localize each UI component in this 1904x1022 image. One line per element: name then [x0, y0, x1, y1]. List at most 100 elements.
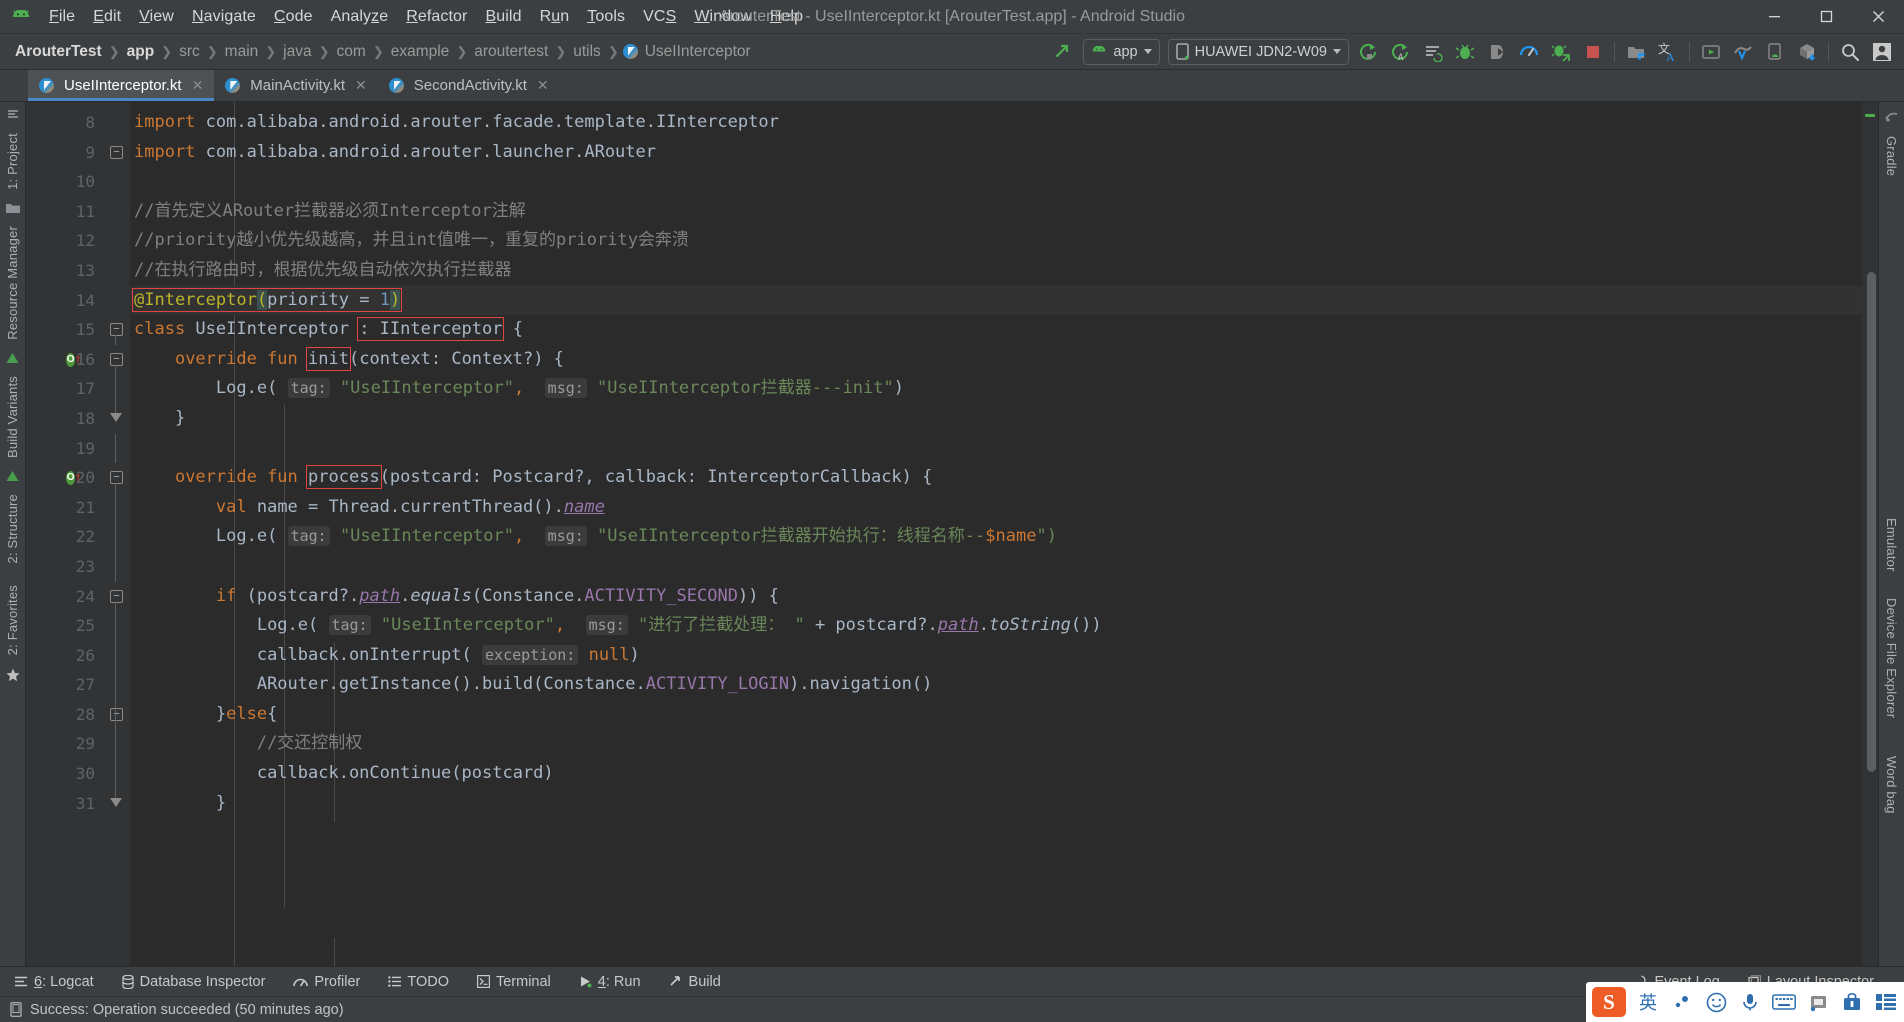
- close-button[interactable]: [1852, 0, 1904, 34]
- ime-chinese-icon[interactable]: 英: [1636, 990, 1660, 1014]
- account-icon[interactable]: [1867, 38, 1897, 66]
- sidebar-item-word-bag[interactable]: Word bag: [1884, 750, 1899, 820]
- bottom-tab-profiler[interactable]: Profiler: [279, 967, 374, 997]
- editor-vertical-scrollbar[interactable]: [1867, 272, 1876, 772]
- tab-UseIInterceptor[interactable]: UseIInterceptor.kt ✕: [28, 70, 215, 101]
- bottom-tab-terminal[interactable]: Terminal: [463, 967, 565, 997]
- apply-changes-icon[interactable]: [1546, 38, 1576, 66]
- editor-marker-bar[interactable]: [1862, 102, 1878, 966]
- menu-analyze[interactable]: Analyze: [322, 5, 398, 29]
- screenshot-icon[interactable]: [1806, 990, 1830, 1014]
- menu-run[interactable]: Run: [531, 5, 579, 29]
- fold-collapse-icon[interactable]: −: [110, 145, 123, 159]
- sidebar-item-gradle[interactable]: Gradle: [1884, 130, 1899, 182]
- override-method-marker-icon[interactable]: O ↑: [66, 352, 82, 368]
- tab-close-icon[interactable]: ✕: [537, 77, 549, 94]
- make-project-icon[interactable]: [1048, 38, 1078, 66]
- breadcrumb-item-8[interactable]: utils: [570, 41, 604, 63]
- translate-icon[interactable]: 文A: [1653, 38, 1683, 66]
- menu-file[interactable]: FFileile: [40, 5, 84, 29]
- run-configuration-selector[interactable]: app: [1083, 38, 1160, 65]
- sidebar-item-emulator[interactable]: Emulator: [1884, 512, 1899, 578]
- menu-tools[interactable]: Tools: [578, 5, 634, 29]
- search-everywhere-icon[interactable]: [1835, 38, 1865, 66]
- menu-edit[interactable]: Edit: [84, 5, 130, 29]
- breadcrumb-item-2[interactable]: src: [176, 41, 203, 63]
- menu-window[interactable]: Window: [685, 5, 761, 29]
- attach-debugger-icon[interactable]: [1482, 38, 1512, 66]
- line-number: 17: [75, 379, 95, 399]
- profiler-icon[interactable]: [1514, 38, 1544, 66]
- class-name: UseIInterceptor: [185, 319, 360, 340]
- sdk-manager-icon[interactable]: [1621, 38, 1651, 66]
- sidebar-item-structure[interactable]: 2: Structure: [5, 488, 20, 570]
- menu-refactor[interactable]: Refactor: [397, 5, 476, 29]
- bottom-tab-label: Profiler: [314, 973, 361, 990]
- breadcrumb-item-9[interactable]: UseIInterceptor: [642, 41, 754, 63]
- editor-code-area[interactable]: import import com.alibaba.android.aroute…: [130, 102, 1862, 966]
- line-end: ()): [1070, 615, 1102, 636]
- fold-collapse-icon[interactable]: −: [110, 352, 123, 366]
- fold-end-icon[interactable]: [110, 797, 122, 807]
- maximize-button[interactable]: [1800, 0, 1852, 34]
- fold-collapse-icon[interactable]: −: [110, 589, 123, 603]
- sogou-logo[interactable]: S: [1592, 987, 1626, 1017]
- menu-vcs[interactable]: VCS: [634, 5, 685, 29]
- fold-collapse-icon[interactable]: −: [110, 323, 123, 337]
- stop-icon[interactable]: [1578, 38, 1608, 66]
- override-method-marker-icon[interactable]: O ↑: [66, 470, 82, 486]
- tab-close-icon[interactable]: ✕: [355, 77, 367, 94]
- logcat-icon[interactable]: [1418, 38, 1448, 66]
- run-icon[interactable]: [1354, 38, 1384, 66]
- tab-MainActivity[interactable]: MainActivity.kt ✕: [214, 70, 377, 101]
- concat: + postcard?.: [804, 615, 938, 636]
- sidebar-item-device-file-explorer[interactable]: Device File Explorer: [1884, 592, 1899, 724]
- sidebar-item-favorites[interactable]: 2: Favorites: [5, 579, 20, 661]
- avd-manager-icon[interactable]: [1696, 38, 1726, 66]
- build-bundle-icon[interactable]: [1792, 38, 1822, 66]
- bottom-tab-database-inspector[interactable]: Database Inspector: [108, 967, 280, 997]
- menu-navigate[interactable]: Navigate: [183, 5, 265, 29]
- error-marker[interactable]: [1865, 114, 1875, 117]
- hamburger-icon[interactable]: [7, 108, 19, 120]
- device-selector[interactable]: HUAWEI JDN2-W09: [1167, 38, 1349, 65]
- tab-SecondActivity[interactable]: SecondActivity.kt ✕: [378, 70, 560, 101]
- panel-icon[interactable]: [1874, 990, 1898, 1014]
- bottom-tab-todo[interactable]: TODO: [374, 967, 463, 997]
- fold-collapse-icon[interactable]: −: [110, 471, 123, 485]
- run-with-coverage-icon[interactable]: A: [1386, 38, 1416, 66]
- code-line-18: }: [130, 404, 1862, 434]
- minimize-button[interactable]: [1748, 0, 1800, 34]
- menu-help[interactable]: Help: [761, 5, 812, 29]
- toolbox-icon[interactable]: [1840, 990, 1864, 1014]
- keyboard-icon[interactable]: [1772, 990, 1796, 1014]
- breadcrumb-item-0[interactable]: ArouterTest: [12, 41, 105, 63]
- breadcrumb-item-1[interactable]: app: [124, 41, 158, 63]
- layout-inspector-icon[interactable]: [1728, 38, 1758, 66]
- bottom-tab-logcat[interactable]: 6: Logcat: [0, 967, 108, 997]
- breadcrumb-item-5[interactable]: com: [334, 41, 369, 63]
- device-file-explorer-icon[interactable]: [1760, 38, 1790, 66]
- fold-end-icon[interactable]: [110, 412, 122, 422]
- bottom-tab-run[interactable]: 4: Run: [565, 967, 655, 997]
- debug-icon[interactable]: [1450, 38, 1480, 66]
- sidebar-item-resource-manager[interactable]: Resource Manager: [5, 220, 20, 346]
- breadcrumb-item-6[interactable]: example: [388, 41, 453, 63]
- menu-view[interactable]: View: [130, 5, 183, 29]
- breadcrumb-item-4[interactable]: java: [280, 41, 314, 63]
- ime-mode-icon[interactable]: [1670, 990, 1694, 1014]
- tab-close-icon[interactable]: ✕: [192, 77, 204, 94]
- emoji-icon[interactable]: [1704, 990, 1728, 1014]
- fold-row: [104, 226, 130, 256]
- code-editor[interactable]: 8 9 10 11 12 13 14 15 O ↑ 16 17 18 19 O …: [26, 102, 1878, 966]
- string-literal: "UseIInterceptor": [339, 526, 514, 547]
- menu-build[interactable]: Build: [477, 5, 531, 29]
- sidebar-item-project[interactable]: 1: Project: [5, 127, 20, 196]
- menu-code[interactable]: Code: [265, 5, 322, 29]
- voice-icon[interactable]: [1738, 990, 1762, 1014]
- sidebar-item-build-variants[interactable]: Build Variants: [5, 370, 20, 464]
- breadcrumb-item-7[interactable]: aroutertest: [471, 41, 551, 63]
- fold-collapse-icon[interactable]: −: [110, 707, 123, 721]
- bottom-tab-build[interactable]: Build: [655, 967, 735, 997]
- breadcrumb-item-3[interactable]: main: [222, 41, 262, 63]
